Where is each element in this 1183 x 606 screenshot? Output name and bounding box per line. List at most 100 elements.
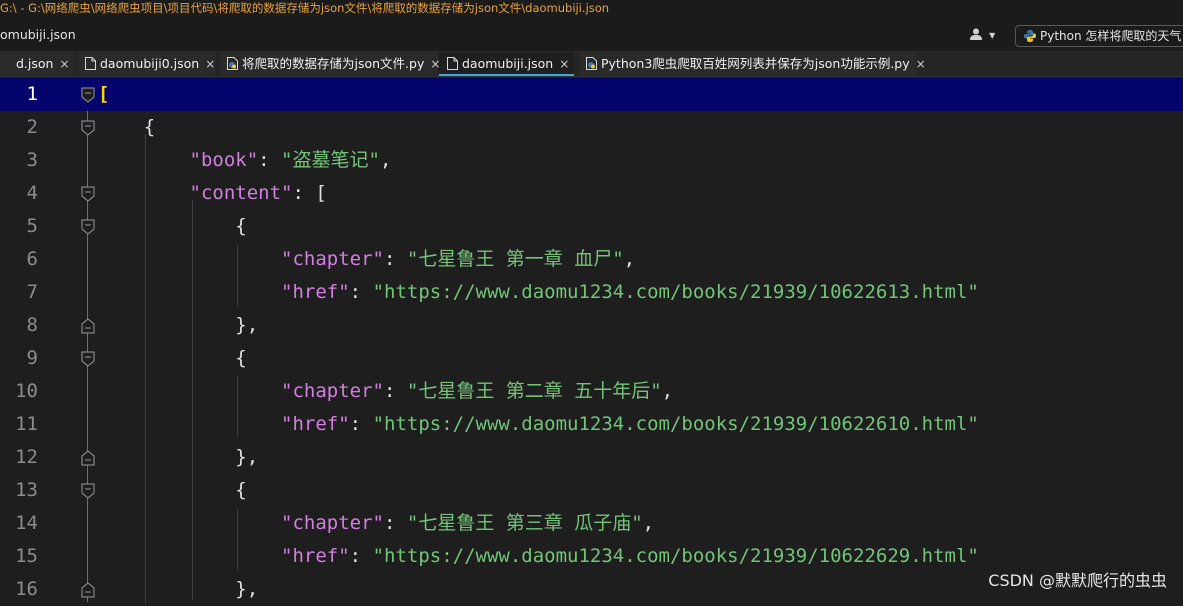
code-text: "href": "https://www.daomu1234.com/books… [281, 413, 979, 435]
line-number: 3 [26, 149, 38, 171]
code-text: "href": "https://www.daomu1234.com/books… [281, 281, 979, 303]
fold-end-icon [81, 318, 95, 334]
code-text: "chapter": "七星鲁王 第二章 五十年后", [281, 380, 674, 402]
python-icon [1024, 28, 1036, 42]
json-string: "https://www.daomu1234.com/books/21939/1… [372, 281, 979, 303]
code-editor[interactable]: 1 [ 2 { 3 "book": "盗墓笔记", 4 "content": [… [0, 78, 1183, 604]
json-key: "chapter" [281, 512, 384, 534]
code-line: 2 { [0, 111, 1183, 144]
collapse-icon[interactable] [81, 483, 95, 499]
code-line: 11 "href": "https://www.daomu1234.com/bo… [0, 408, 1183, 441]
line-number: 15 [15, 545, 38, 567]
line-number: 6 [26, 248, 38, 270]
close-icon[interactable]: × [205, 57, 215, 71]
code-text: "chapter": "七星鲁王 第一章 血尸", [281, 248, 636, 270]
code-text: "chapter": "七星鲁王 第三章 瓜子庙", [281, 512, 655, 534]
line-number: 10 [15, 380, 38, 402]
tab-python-baixing[interactable]: Python3爬虫爬取百姓网列表并保存为json功能示例.py × [580, 52, 926, 76]
json-key: "href" [281, 545, 350, 567]
code-text: }, [98, 446, 259, 468]
tab-label: daomubiji0.json [100, 56, 200, 71]
close-icon[interactable]: × [916, 57, 926, 71]
line-number: 14 [15, 512, 38, 534]
code-line: 5 { [0, 210, 1183, 243]
collapse-icon[interactable] [81, 219, 95, 235]
json-key: "content" [189, 182, 293, 204]
line-number: 5 [26, 215, 38, 237]
tab-daomubiji-json[interactable]: daomubiji.json × [439, 52, 574, 76]
json-string: "七星鲁王 第二章 五十年后" [406, 380, 662, 402]
search-box[interactable]: Python 怎样将爬取的天气 [1015, 25, 1183, 47]
json-string: "七星鲁王 第三章 瓜子庙" [406, 512, 643, 534]
json-file-icon [85, 54, 96, 70]
tab-label: d.json [16, 56, 54, 71]
code-text: "content": [ [189, 182, 327, 204]
tab-d-json[interactable]: d.json × [0, 52, 73, 76]
code-line: 4 "content": [ [0, 177, 1183, 210]
line-number: 11 [15, 413, 38, 435]
code-text: { [98, 116, 156, 138]
code-text: }, [98, 314, 259, 336]
json-string: "https://www.daomu1234.com/books/21939/1… [372, 545, 979, 567]
document-tabs: d.json × daomubiji0.json × 将爬取的数据存储为json文件… [0, 52, 1183, 77]
collapse-icon[interactable] [81, 120, 95, 136]
code-line: 9 { [0, 342, 1183, 375]
code-line: 8 }, [0, 309, 1183, 342]
json-string: "https://www.daomu1234.com/books/21939/1… [372, 413, 979, 435]
code-text: "book": "盗墓笔记", [189, 149, 392, 171]
code-text: { [98, 347, 247, 369]
json-file-icon [447, 54, 458, 70]
code-text: { [98, 215, 247, 237]
code-text: [ [98, 78, 109, 111]
fold-end-icon [81, 450, 95, 466]
collapse-icon[interactable] [81, 87, 95, 103]
line-number: 12 [15, 446, 38, 468]
chevron-down-icon: ▼ [989, 31, 996, 40]
json-key: "book" [189, 149, 259, 171]
window-title: G:\ - G:\网络爬虫\网络爬虫项目\项目代码\将爬取的数据存储为json文… [0, 1, 610, 15]
json-key: "href" [281, 281, 350, 303]
python-file-icon [227, 54, 238, 70]
tab-python-script[interactable]: 将爬取的数据存储为json文件.py × [221, 52, 440, 76]
line-number: 9 [26, 347, 38, 369]
code-text: "href": "https://www.daomu1234.com/books… [281, 545, 979, 567]
line-number: 4 [26, 182, 38, 204]
json-string: "盗墓笔记" [281, 149, 380, 171]
search-text: Python 怎样将爬取的天气 [1040, 29, 1182, 43]
line-number: 16 [15, 578, 38, 600]
window-title-bar: G:\ - G:\网络爬虫\网络爬虫项目\项目代码\将爬取的数据存储为json文… [0, 0, 1183, 20]
code-line: 1 [ [0, 78, 1183, 111]
fold-end-icon [81, 582, 95, 598]
collapse-icon[interactable] [81, 351, 95, 367]
tab-label: 将爬取的数据存储为json文件.py [242, 56, 425, 71]
line-number: 2 [26, 116, 38, 138]
code-text: { [98, 479, 247, 501]
tab-daomubiji0-json[interactable]: daomubiji0.json × [79, 52, 215, 76]
line-number: 13 [15, 479, 38, 501]
account-button[interactable]: ▼ [970, 26, 1000, 46]
code-text: }, [98, 578, 259, 600]
close-icon[interactable]: × [59, 57, 69, 71]
toolbar: omubiji.json ▼ Python 怎样将爬取的天气 [0, 20, 1183, 52]
json-string: "七星鲁王 第一章 血尸" [406, 248, 624, 270]
code-line: 14 "chapter": "七星鲁王 第三章 瓜子庙", [0, 507, 1183, 540]
open-bracket: [ [98, 83, 110, 105]
tab-label: daomubiji.json [462, 56, 554, 71]
collapse-icon[interactable] [81, 186, 95, 202]
close-icon[interactable]: × [559, 57, 569, 71]
python-file-icon [586, 54, 597, 70]
json-key: "chapter" [281, 380, 384, 402]
code-line: 7 "href": "https://www.daomu1234.com/boo… [0, 276, 1183, 309]
line-number: 7 [26, 281, 38, 303]
code-line: 3 "book": "盗墓笔记", [0, 144, 1183, 177]
json-key: "chapter" [281, 248, 384, 270]
code-line: 6 "chapter": "七星鲁王 第一章 血尸", [0, 243, 1183, 276]
line-number: 1 [26, 83, 38, 105]
tab-label: Python3爬虫爬取百姓网列表并保存为json功能示例.py [601, 56, 910, 71]
json-key: "href" [281, 413, 350, 435]
csdn-watermark: CSDN @默默爬行的虫虫 [988, 571, 1167, 590]
person-icon [970, 28, 987, 44]
line-number: 8 [26, 314, 38, 336]
solution-name: omubiji.json [0, 27, 76, 42]
code-line: 10 "chapter": "七星鲁王 第二章 五十年后", [0, 375, 1183, 408]
